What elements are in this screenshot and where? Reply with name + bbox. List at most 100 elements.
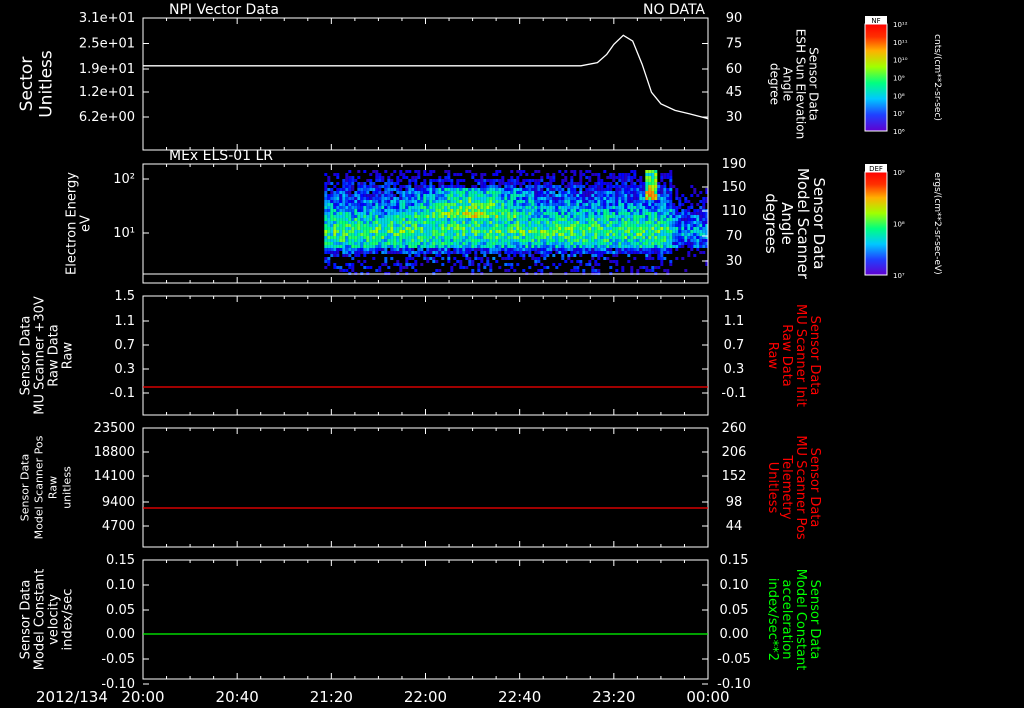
spectrogram-cell	[462, 245, 466, 248]
spectrogram-cell	[405, 266, 409, 269]
spectrogram-cell	[621, 194, 625, 197]
spectrogram-cell	[579, 248, 583, 251]
spectrogram-cell	[399, 233, 403, 236]
spectrogram-cell	[630, 206, 634, 209]
spectrogram-cell	[435, 197, 439, 200]
spectrogram-cell	[657, 257, 661, 260]
spectrogram-cell	[651, 182, 655, 185]
spectrogram-cell	[609, 236, 613, 239]
spectrogram-cell	[420, 221, 424, 224]
spectrogram-cell	[534, 218, 538, 221]
spectrogram-cell	[615, 191, 619, 194]
spectrogram-cell	[615, 185, 619, 188]
spectrogram-cell	[534, 203, 538, 206]
spectrogram-cell	[534, 245, 538, 248]
spectrogram-cell	[453, 218, 457, 221]
spectrogram-cell	[465, 266, 469, 269]
spectrogram-cell	[492, 200, 496, 203]
spectrogram-cell	[516, 170, 520, 173]
spectrogram-cell	[462, 251, 466, 254]
spectrogram-cell	[543, 239, 547, 242]
colorbar-title: DEF	[869, 165, 883, 173]
colorbar-tick: 10¹²	[893, 21, 908, 29]
spectrogram-cell	[504, 194, 508, 197]
spectrogram-cell	[465, 170, 469, 173]
spectrogram-cell	[345, 218, 349, 221]
spectrogram-cell	[471, 197, 475, 200]
spectrogram-cell	[675, 227, 679, 230]
spectrogram-cell	[552, 215, 556, 218]
spectrogram-cell	[453, 263, 457, 266]
spectrogram-cell	[435, 218, 439, 221]
spectrogram-cell	[444, 218, 448, 221]
spectrogram-cell	[456, 197, 460, 200]
spectrogram-cell	[564, 221, 568, 224]
spectrogram-cell	[435, 215, 439, 218]
spectrogram-cell	[651, 239, 655, 242]
spectrogram-cell	[606, 248, 610, 251]
panel-constant_velocity: 0.150.100.050.00-0.05-0.100.150.100.050.…	[18, 553, 822, 692]
spectrogram-cell	[336, 245, 340, 248]
spectrogram-cell	[576, 218, 580, 221]
spectrogram-cell	[528, 182, 532, 185]
spectrogram-cell	[639, 215, 643, 218]
spectrogram-cell	[693, 224, 697, 227]
spectrogram-cell	[702, 218, 706, 221]
spectrogram-cell	[348, 212, 352, 215]
panel-mu_plus30: 1.51.10.70.3-0.11.51.10.70.3-0.1Sensor D…	[18, 289, 822, 416]
spectrogram-cell	[369, 200, 373, 203]
spectrogram-cell	[327, 239, 331, 242]
spectrogram-cell	[702, 242, 706, 245]
spectrogram-cell	[501, 209, 505, 212]
spectrogram-cell	[384, 239, 388, 242]
spectrogram-cell	[678, 245, 682, 248]
spectrogram-cell	[624, 251, 628, 254]
spectrogram-cell	[672, 236, 676, 239]
spectrogram-cell	[477, 233, 481, 236]
spectrogram-cell	[345, 200, 349, 203]
spectrogram-cell	[516, 233, 520, 236]
spectrogram-cell	[423, 206, 427, 209]
spectrogram-cell	[684, 227, 688, 230]
spectrogram-cell	[645, 209, 649, 212]
spectrogram-cell	[699, 215, 703, 218]
spectrogram-cell	[495, 191, 499, 194]
spectrogram-cell	[519, 248, 523, 251]
spectrogram-cell	[384, 197, 388, 200]
spectrogram-cell	[666, 197, 670, 200]
spectrogram-cell	[645, 206, 649, 209]
spectrogram-cell	[378, 218, 382, 221]
spectrogram-cell	[486, 194, 490, 197]
spectrogram-cell	[582, 218, 586, 221]
spectrogram-cell	[345, 191, 349, 194]
spectrogram-cell	[336, 251, 340, 254]
spectrogram-cell	[354, 251, 358, 254]
spectrogram-cell	[567, 257, 571, 260]
spectrogram-cell	[363, 200, 367, 203]
spectrogram-cell	[486, 200, 490, 203]
spectrogram-cell	[456, 230, 460, 233]
spectrogram-cell	[618, 194, 622, 197]
spectrogram-cell	[510, 203, 514, 206]
spectrogram-cell	[378, 236, 382, 239]
spectrogram-cell	[639, 185, 643, 188]
spectrogram-cell	[666, 236, 670, 239]
spectrogram-cell	[633, 188, 637, 191]
spectrogram-cell	[501, 197, 505, 200]
spectrogram-cell	[600, 233, 604, 236]
spectrogram-cell	[468, 209, 472, 212]
spectrogram-cell	[528, 236, 532, 239]
spectrogram-cell	[456, 173, 460, 176]
spectrogram-cell	[486, 245, 490, 248]
spectrogram-cell	[519, 188, 523, 191]
spectrogram-cell	[471, 221, 475, 224]
spectrogram-cell	[585, 242, 589, 245]
spectrogram-cell	[564, 242, 568, 245]
spectrogram-cell	[603, 236, 607, 239]
spectrogram-cell	[459, 173, 463, 176]
spectrogram-cell	[366, 227, 370, 230]
spectrogram-cell	[342, 245, 346, 248]
spectrogram-cell	[435, 233, 439, 236]
spectrogram-cell	[600, 224, 604, 227]
spectrogram-cell	[345, 203, 349, 206]
